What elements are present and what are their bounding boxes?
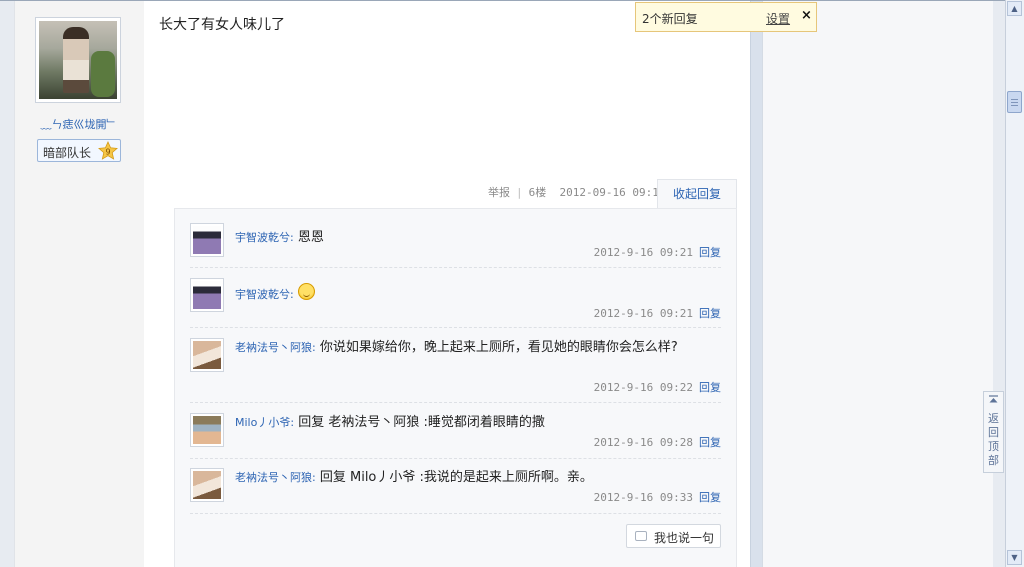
scrollbar-thumb[interactable] xyxy=(1007,91,1022,113)
scroll-up-arrow-icon[interactable]: ▲ xyxy=(1007,1,1022,16)
scroll-down-arrow-icon[interactable]: ▼ xyxy=(1007,550,1022,565)
reply-link[interactable]: 回复 xyxy=(699,381,721,394)
reply-time: 2012-9-16 09:21 xyxy=(593,307,693,320)
reply-time: 2012-9-16 09:33 xyxy=(593,491,693,504)
close-icon[interactable]: × xyxy=(801,8,812,23)
author-avatar[interactable] xyxy=(35,17,121,103)
rank-label: 暗部队长 xyxy=(43,146,92,160)
reply-link[interactable]: 回复 xyxy=(699,246,721,259)
rank-star-icon: 9 xyxy=(98,141,118,160)
reply-text: 恩恩 xyxy=(297,230,324,245)
reply-text: 回复 老衲法号丶阿狼 :睡觉都闭着眼睛的撒 xyxy=(298,415,545,430)
right-panel xyxy=(762,1,993,567)
reply-text: 你说如果嫁给你，晚上起来上厕所，看见她的眼睛你会怎么样? xyxy=(319,340,678,355)
reply-item: 宇智波乾兮: 2012-9-16 09:21 回复 xyxy=(190,278,721,328)
reply-link[interactable]: 回复 xyxy=(699,436,721,449)
smiley-emoticon-icon xyxy=(297,283,315,300)
reply-time: 2012-9-16 09:28 xyxy=(593,436,693,449)
post-timestamp: 2012-09-16 09:19 xyxy=(559,186,666,199)
reply-username[interactable]: Milo丿小爷 xyxy=(235,416,290,429)
report-link[interactable]: 举报 xyxy=(488,186,510,199)
reply-item: 老衲法号丶阿狼: 你说如果嫁给你，晚上起来上厕所，看见她的眼睛你会怎么样? 20… xyxy=(190,338,721,403)
new-reply-notification: 2个新回复 设置 × xyxy=(635,2,817,32)
rank-badge[interactable]: 暗部队长 9 xyxy=(37,139,121,162)
arrow-up-icon xyxy=(989,395,998,403)
say-something-button[interactable]: 我也说一句 xyxy=(626,524,721,548)
say-something-label: 我也说一句 xyxy=(654,531,715,545)
reply-username[interactable]: 宇智波乾兮 xyxy=(235,288,290,301)
notification-message[interactable]: 2个新回复 xyxy=(642,10,698,27)
sasuke-avatar[interactable] xyxy=(190,278,224,312)
notification-settings-link[interactable]: 设置 xyxy=(766,10,790,27)
reply-link[interactable]: 回复 xyxy=(699,491,721,504)
floor-number: 6楼 xyxy=(528,186,547,199)
girl-avatar[interactable] xyxy=(190,468,224,502)
naruto-avatar[interactable] xyxy=(190,413,224,447)
reply-text: 回复 Milo丿小爷 :我说的是起来上厕所啊。亲。 xyxy=(319,470,593,485)
reply-time: 2012-9-16 09:22 xyxy=(593,381,693,394)
author-avatar-image xyxy=(39,21,117,99)
post-text: 长大了有女人味儿了 xyxy=(159,17,285,33)
sasuke-avatar[interactable] xyxy=(190,223,224,257)
girl-avatar[interactable] xyxy=(190,338,224,372)
reply-item: Milo丿小爷: 回复 老衲法号丶阿狼 :睡觉都闭着眼睛的撒 2012-9-16… xyxy=(190,413,721,459)
reply-username[interactable]: 老衲法号丶阿狼 xyxy=(235,471,312,484)
reply-time: 2012-9-16 09:21 xyxy=(593,246,693,259)
rank-level: 9 xyxy=(105,148,110,157)
author-username[interactable]: ﹏ㄣ痣巛垅開﹂ xyxy=(30,116,128,132)
back-to-top-button[interactable]: 返回顶部 xyxy=(983,391,1004,473)
reply-username[interactable]: 宇智波乾兮 xyxy=(235,231,290,244)
back-to-top-label: 返回顶部 xyxy=(988,412,999,467)
reply-item: 老衲法号丶阿狼: 回复 Milo丿小爷 :我说的是起来上厕所啊。亲。 2012-… xyxy=(190,468,721,514)
reply-link[interactable]: 回复 xyxy=(699,307,721,320)
post-meta: 举报 | 6楼 2012-09-16 09:19 xyxy=(488,186,666,199)
reply-item: 宇智波乾兮: 恩恩 2012-9-16 09:21 回复 xyxy=(190,223,721,268)
collapse-replies-button[interactable]: 收起回复 xyxy=(657,179,737,209)
page-scrollbar[interactable] xyxy=(1005,0,1024,567)
comment-bubble-icon xyxy=(635,531,647,541)
reply-username[interactable]: 老衲法号丶阿狼 xyxy=(235,341,312,354)
